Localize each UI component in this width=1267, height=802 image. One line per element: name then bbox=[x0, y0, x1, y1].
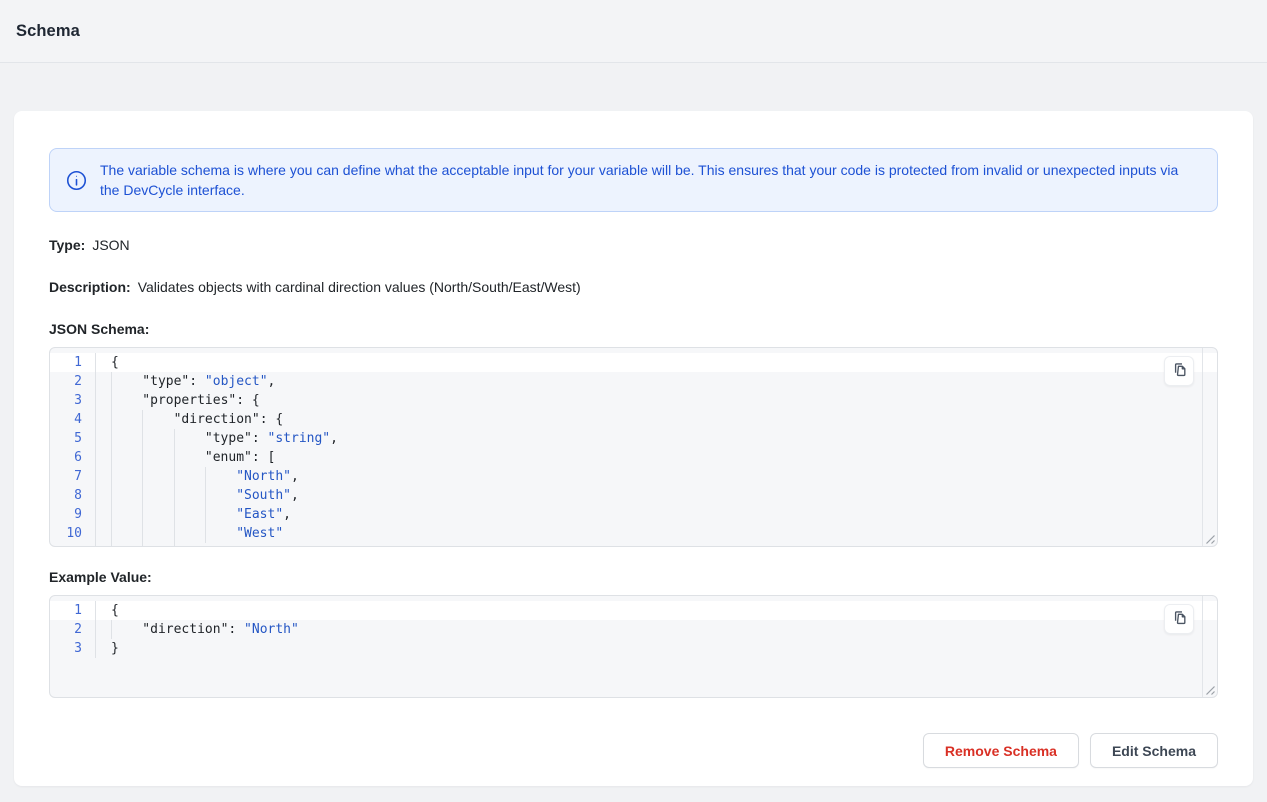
indent-guide bbox=[111, 391, 142, 410]
indent-guide bbox=[142, 524, 173, 543]
code-line: 6"enum": [ bbox=[50, 448, 1217, 467]
line-number: 7 bbox=[50, 467, 96, 486]
indent-guide bbox=[111, 486, 142, 505]
indent-guide bbox=[205, 524, 236, 543]
line-number: 6 bbox=[50, 448, 96, 467]
alert-message: The variable schema is where you can def… bbox=[100, 160, 1201, 200]
type-label: Type: bbox=[49, 237, 85, 253]
indent-guide bbox=[111, 524, 142, 543]
code-line: 9"East", bbox=[50, 505, 1217, 524]
indent-guide bbox=[111, 448, 142, 467]
copy-button[interactable] bbox=[1164, 356, 1194, 386]
indent-guide bbox=[111, 429, 142, 448]
code-line: 2"type": "object", bbox=[50, 372, 1217, 391]
code-line: 7"North", bbox=[50, 467, 1217, 486]
indent-guide bbox=[205, 486, 236, 505]
editor-scrollbar[interactable] bbox=[1202, 596, 1217, 697]
actions-row: Remove Schema Edit Schema bbox=[49, 733, 1218, 768]
indent-guide bbox=[111, 543, 142, 547]
indent-guide bbox=[142, 543, 173, 547]
indent-guide bbox=[174, 486, 205, 505]
line-number: 3 bbox=[50, 639, 96, 658]
line-number: 9 bbox=[50, 505, 96, 524]
editor-scrollbar[interactable] bbox=[1202, 348, 1217, 546]
copy-icon bbox=[1171, 609, 1188, 629]
type-value: JSON bbox=[92, 237, 129, 253]
code-line: 3} bbox=[50, 639, 1217, 658]
indent-guide bbox=[142, 467, 173, 486]
line-number: 11 bbox=[50, 543, 96, 547]
indent-guide bbox=[174, 429, 205, 448]
line-number: 1 bbox=[50, 601, 96, 620]
type-row: Type: JSON bbox=[49, 237, 1218, 253]
resize-handle-icon[interactable] bbox=[1203, 532, 1216, 545]
code-line: 11] bbox=[50, 543, 1217, 547]
json-schema-label: JSON Schema: bbox=[49, 321, 1218, 337]
info-circle-icon bbox=[66, 170, 87, 191]
indent-guide bbox=[111, 410, 142, 429]
line-number: 2 bbox=[50, 372, 96, 391]
line-number: 1 bbox=[50, 353, 96, 372]
indent-guide bbox=[111, 467, 142, 486]
code-line: 4"direction": { bbox=[50, 410, 1217, 429]
resize-handle-icon[interactable] bbox=[1203, 683, 1216, 696]
json-schema-editor[interactable]: 1{2"type": "object",3"properties": {4"di… bbox=[49, 347, 1218, 547]
line-number: 3 bbox=[50, 391, 96, 410]
code-line: 5"type": "string", bbox=[50, 429, 1217, 448]
line-number: 5 bbox=[50, 429, 96, 448]
indent-guide bbox=[142, 486, 173, 505]
line-number: 2 bbox=[50, 620, 96, 639]
json-schema-code: 1{2"type": "object",3"properties": {4"di… bbox=[50, 348, 1217, 547]
page-header: Schema bbox=[0, 0, 1267, 63]
edit-schema-button[interactable]: Edit Schema bbox=[1090, 733, 1218, 768]
code-line: 3"properties": { bbox=[50, 391, 1217, 410]
schema-card: The variable schema is where you can def… bbox=[14, 111, 1253, 786]
indent-guide bbox=[111, 505, 142, 524]
indent-guide bbox=[111, 620, 142, 639]
description-label: Description: bbox=[49, 279, 131, 295]
description-value: Validates objects with cardinal directio… bbox=[138, 279, 581, 295]
code-line: 1{ bbox=[50, 353, 1217, 372]
example-value-label: Example Value: bbox=[49, 569, 1218, 585]
indent-guide bbox=[174, 524, 205, 543]
indent-guide bbox=[174, 505, 205, 524]
code-line: 1{ bbox=[50, 601, 1217, 620]
indent-guide bbox=[174, 543, 205, 547]
example-value-editor[interactable]: 1{2"direction": "North"3} bbox=[49, 595, 1218, 698]
indent-guide bbox=[205, 467, 236, 486]
info-alert: The variable schema is where you can def… bbox=[49, 148, 1218, 212]
copy-icon bbox=[1171, 361, 1188, 381]
indent-guide bbox=[174, 448, 205, 467]
line-number: 4 bbox=[50, 410, 96, 429]
page-title: Schema bbox=[16, 22, 80, 41]
indent-guide bbox=[111, 372, 142, 391]
code-line: 2"direction": "North" bbox=[50, 620, 1217, 639]
line-number: 8 bbox=[50, 486, 96, 505]
indent-guide bbox=[142, 505, 173, 524]
indent-guide bbox=[205, 505, 236, 524]
indent-guide bbox=[142, 448, 173, 467]
indent-guide bbox=[174, 467, 205, 486]
indent-guide bbox=[142, 429, 173, 448]
description-row: Description: Validates objects with cardi… bbox=[49, 279, 1218, 295]
code-line: 10"West" bbox=[50, 524, 1217, 543]
copy-button[interactable] bbox=[1164, 604, 1194, 634]
indent-guide bbox=[142, 410, 173, 429]
code-line: 8"South", bbox=[50, 486, 1217, 505]
example-value-code: 1{2"direction": "North"3} bbox=[50, 596, 1217, 658]
line-number: 10 bbox=[50, 524, 96, 543]
remove-schema-button[interactable]: Remove Schema bbox=[923, 733, 1079, 768]
